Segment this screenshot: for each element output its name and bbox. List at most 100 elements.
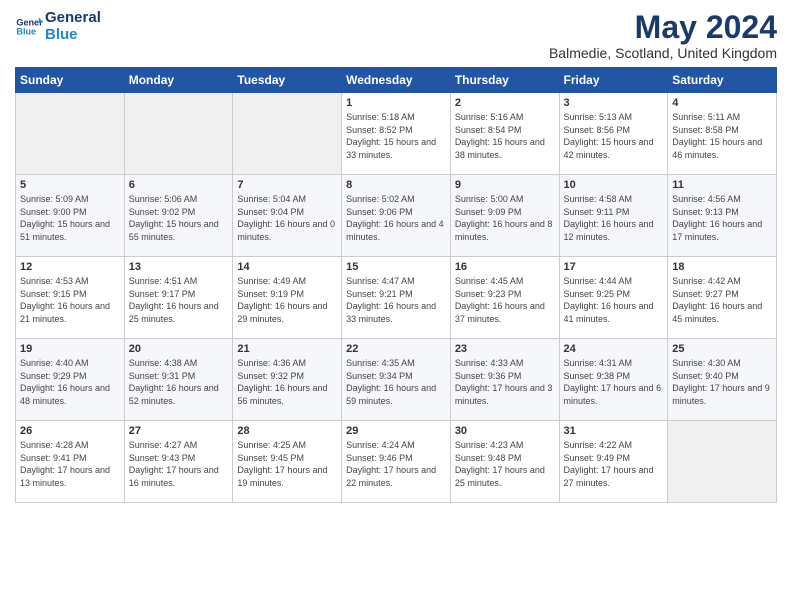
table-row (16, 93, 125, 175)
day-info: Sunrise: 5:18 AMSunset: 8:52 PMDaylight:… (346, 111, 446, 161)
table-row: 18Sunrise: 4:42 AMSunset: 9:27 PMDayligh… (668, 257, 777, 339)
calendar-week-row: 12 Sunrise: 4:53 AMSunset: 9:15 PMDayligh… (16, 257, 777, 339)
day-info: Sunrise: 4:35 AMSunset: 9:34 PMDaylight:… (346, 357, 446, 407)
table-row: 28Sunrise: 4:25 AMSunset: 9:45 PMDayligh… (233, 421, 342, 503)
day-info: Sunrise: 4:22 AMSunset: 9:49 PMDaylight:… (564, 439, 664, 489)
day-number: 4 (672, 97, 772, 109)
day-info: Sunrise: 5:09 AMSunset: 9:00 PMDaylight:… (20, 193, 120, 243)
day-info: Sunrise: 4:27 AMSunset: 9:43 PMDaylight:… (129, 439, 229, 489)
table-row: 11 Sunrise: 4:56 AMSunset: 9:13 PMDayligh… (668, 175, 777, 257)
table-row: 25 Sunrise: 4:30 AMSunset: 9:40 PMDayligh… (668, 339, 777, 421)
day-number: 15 (346, 261, 446, 273)
day-info: Sunrise: 5:06 AMSunset: 9:02 PMDaylight:… (129, 193, 229, 243)
day-number: 16 (455, 261, 555, 273)
logo: General Blue General Blue (15, 10, 101, 43)
table-row: 27 Sunrise: 4:27 AMSunset: 9:43 PMDayligh… (124, 421, 233, 503)
day-number: 6 (129, 179, 229, 191)
calendar-week-row: 1 Sunrise: 5:18 AMSunset: 8:52 PMDaylight… (16, 93, 777, 175)
day-number: 14 (237, 261, 337, 273)
day-info: Sunrise: 4:25 AMSunset: 9:45 PMDaylight:… (237, 439, 337, 489)
day-info: Sunrise: 4:40 AMSunset: 9:29 PMDaylight:… (20, 357, 120, 407)
logo-icon: General Blue (15, 13, 43, 41)
day-info: Sunrise: 4:49 AMSunset: 9:19 PMDaylight:… (237, 275, 337, 325)
day-number: 1 (346, 97, 446, 109)
day-number: 31 (564, 425, 664, 437)
day-number: 20 (129, 343, 229, 355)
day-number: 21 (237, 343, 337, 355)
logo-line1: General (45, 10, 101, 27)
day-number: 2 (455, 97, 555, 109)
col-friday: Friday (559, 68, 668, 93)
day-number: 27 (129, 425, 229, 437)
day-info: Sunrise: 4:30 AMSunset: 9:40 PMDaylight:… (672, 357, 772, 407)
day-info: Sunrise: 4:31 AMSunset: 9:38 PMDaylight:… (564, 357, 664, 407)
day-info: Sunrise: 4:47 AMSunset: 9:21 PMDaylight:… (346, 275, 446, 325)
col-thursday: Thursday (450, 68, 559, 93)
table-row: 3Sunrise: 5:13 AMSunset: 8:56 PMDaylight… (559, 93, 668, 175)
day-info: Sunrise: 5:04 AMSunset: 9:04 PMDaylight:… (237, 193, 337, 243)
day-number: 12 (20, 261, 120, 273)
col-tuesday: Tuesday (233, 68, 342, 93)
day-info: Sunrise: 4:42 AMSunset: 9:27 PMDaylight:… (672, 275, 772, 325)
svg-text:Blue: Blue (16, 26, 36, 36)
day-number: 13 (129, 261, 229, 273)
table-row: 26 Sunrise: 4:28 AMSunset: 9:41 PMDayligh… (16, 421, 125, 503)
day-info: Sunrise: 4:45 AMSunset: 9:23 PMDaylight:… (455, 275, 555, 325)
day-number: 9 (455, 179, 555, 191)
day-number: 24 (564, 343, 664, 355)
table-row: 21 Sunrise: 4:36 AMSunset: 9:32 PMDayligh… (233, 339, 342, 421)
day-number: 11 (672, 179, 772, 191)
page: General Blue General Blue May 2024 Balme… (0, 0, 792, 612)
day-info: Sunrise: 4:24 AMSunset: 9:46 PMDaylight:… (346, 439, 446, 489)
day-info: Sunrise: 4:38 AMSunset: 9:31 PMDaylight:… (129, 357, 229, 407)
table-row: 15 Sunrise: 4:47 AMSunset: 9:21 PMDayligh… (342, 257, 451, 339)
day-number: 29 (346, 425, 446, 437)
table-row: 12 Sunrise: 4:53 AMSunset: 9:15 PMDayligh… (16, 257, 125, 339)
table-row (668, 421, 777, 503)
day-info: Sunrise: 4:53 AMSunset: 9:15 PMDaylight:… (20, 275, 120, 325)
day-info: Sunrise: 5:00 AMSunset: 9:09 PMDaylight:… (455, 193, 555, 243)
table-row: 14 Sunrise: 4:49 AMSunset: 9:19 PMDayligh… (233, 257, 342, 339)
table-row: 8 Sunrise: 5:02 AMSunset: 9:06 PMDaylight… (342, 175, 451, 257)
calendar-week-row: 19 Sunrise: 4:40 AMSunset: 9:29 PMDayligh… (16, 339, 777, 421)
table-row (233, 93, 342, 175)
calendar-body: 1 Sunrise: 5:18 AMSunset: 8:52 PMDaylight… (16, 93, 777, 503)
day-number: 8 (346, 179, 446, 191)
calendar-table: Sunday Monday Tuesday Wednesday Thursday… (15, 67, 777, 503)
table-row: 17 Sunrise: 4:44 AMSunset: 9:25 PMDayligh… (559, 257, 668, 339)
day-info: Sunrise: 4:36 AMSunset: 9:32 PMDaylight:… (237, 357, 337, 407)
table-row: 6 Sunrise: 5:06 AMSunset: 9:02 PMDaylight… (124, 175, 233, 257)
day-info: Sunrise: 4:56 AMSunset: 9:13 PMDaylight:… (672, 193, 772, 243)
col-monday: Monday (124, 68, 233, 93)
day-info: Sunrise: 4:23 AMSunset: 9:48 PMDaylight:… (455, 439, 555, 489)
table-row: 29 Sunrise: 4:24 AMSunset: 9:46 PMDayligh… (342, 421, 451, 503)
day-number: 22 (346, 343, 446, 355)
table-row: 19 Sunrise: 4:40 AMSunset: 9:29 PMDayligh… (16, 339, 125, 421)
table-row: 22 Sunrise: 4:35 AMSunset: 9:34 PMDayligh… (342, 339, 451, 421)
day-info: Sunrise: 4:51 AMSunset: 9:17 PMDaylight:… (129, 275, 229, 325)
table-row: 1 Sunrise: 5:18 AMSunset: 8:52 PMDaylight… (342, 93, 451, 175)
day-info: Sunrise: 4:28 AMSunset: 9:41 PMDaylight:… (20, 439, 120, 489)
col-saturday: Saturday (668, 68, 777, 93)
table-row: 13 Sunrise: 4:51 AMSunset: 9:17 PMDayligh… (124, 257, 233, 339)
day-number: 5 (20, 179, 120, 191)
day-number: 25 (672, 343, 772, 355)
day-info: Sunrise: 5:02 AMSunset: 9:06 PMDaylight:… (346, 193, 446, 243)
table-row: 31 Sunrise: 4:22 AMSunset: 9:49 PMDayligh… (559, 421, 668, 503)
day-number: 17 (564, 261, 664, 273)
day-info: Sunrise: 5:16 AMSunset: 8:54 PMDaylight:… (455, 111, 555, 161)
header: General Blue General Blue May 2024 Balme… (15, 10, 777, 61)
table-row: 23Sunrise: 4:33 AMSunset: 9:36 PMDayligh… (450, 339, 559, 421)
table-row (124, 93, 233, 175)
day-number: 7 (237, 179, 337, 191)
table-row: 9 Sunrise: 5:00 AMSunset: 9:09 PMDaylight… (450, 175, 559, 257)
day-number: 26 (20, 425, 120, 437)
day-info: Sunrise: 4:44 AMSunset: 9:25 PMDaylight:… (564, 275, 664, 325)
day-number: 19 (20, 343, 120, 355)
table-row: 2 Sunrise: 5:16 AMSunset: 8:54 PMDaylight… (450, 93, 559, 175)
table-row: 20 Sunrise: 4:38 AMSunset: 9:31 PMDayligh… (124, 339, 233, 421)
day-info: Sunrise: 5:11 AMSunset: 8:58 PMDaylight:… (672, 111, 772, 161)
calendar-week-row: 5 Sunrise: 5:09 AMSunset: 9:00 PMDaylight… (16, 175, 777, 257)
day-number: 10 (564, 179, 664, 191)
table-row: 10Sunrise: 4:58 AMSunset: 9:11 PMDayligh… (559, 175, 668, 257)
